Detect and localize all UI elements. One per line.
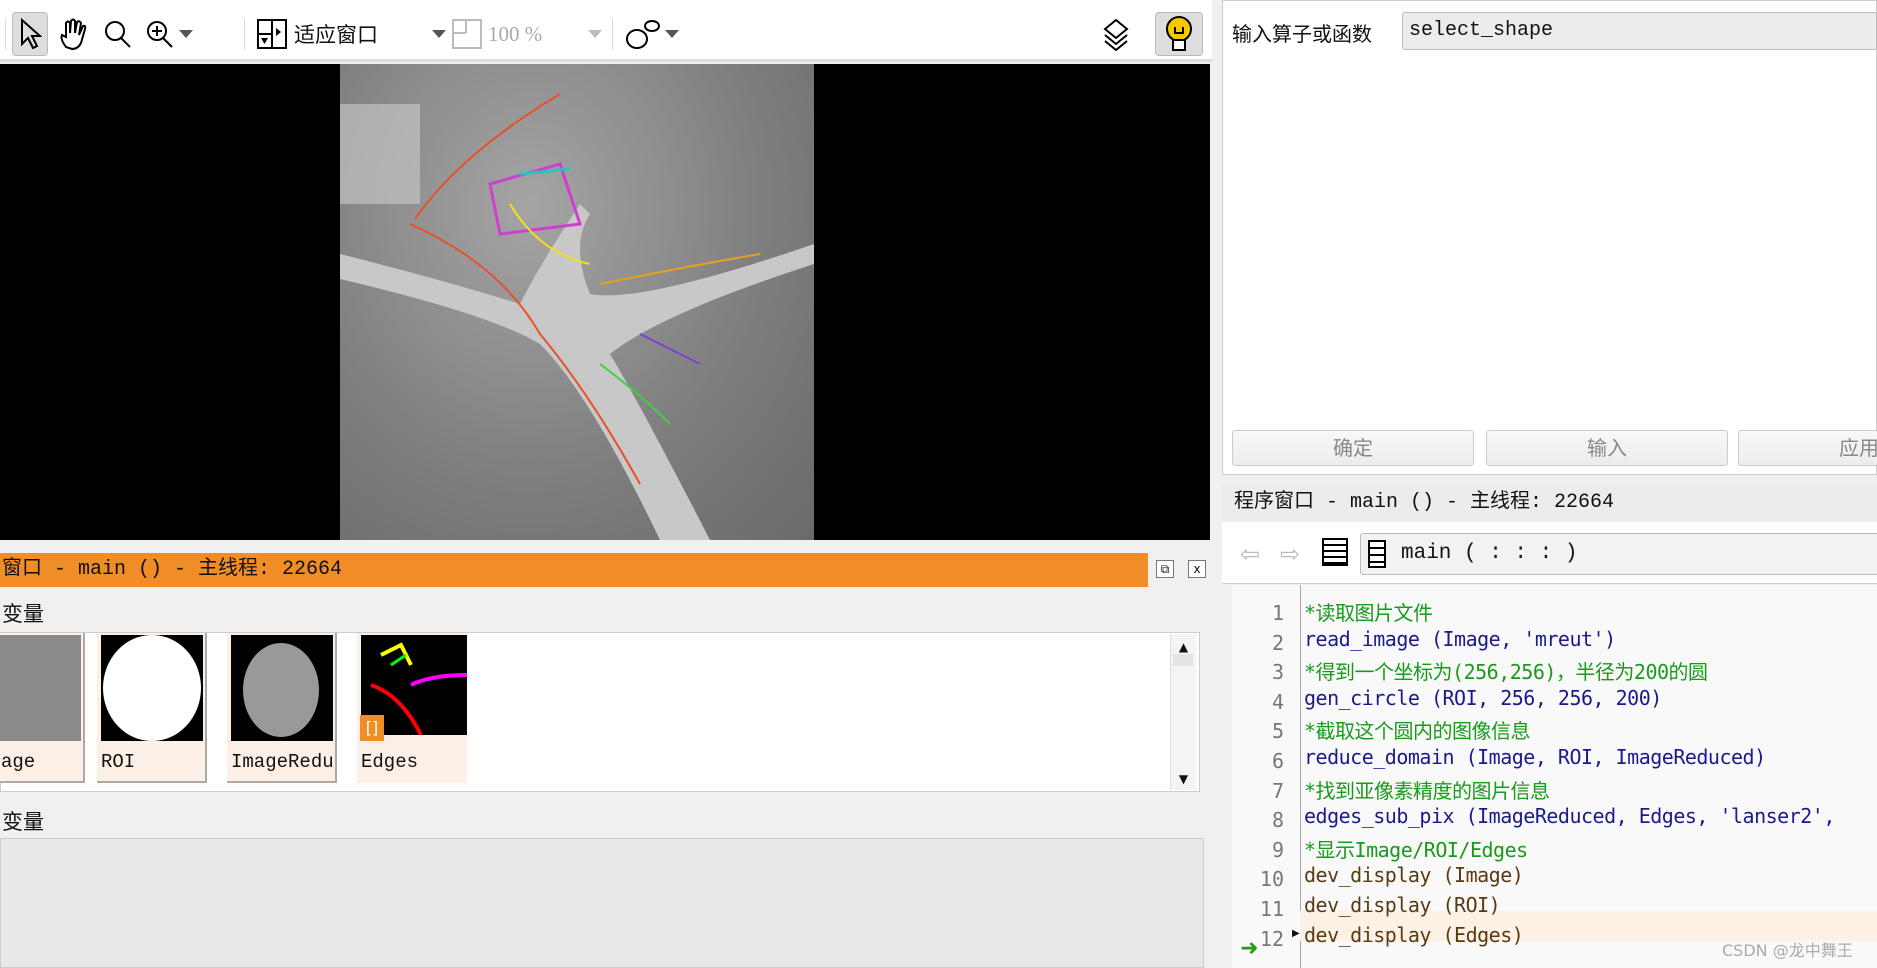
zoom-percent-value: 100 % xyxy=(488,21,543,46)
pointer-tool-button[interactable] xyxy=(12,12,48,56)
variable-thumb-image[interactable]: age xyxy=(0,633,85,783)
graphics-toolbar: 适应窗口 100 % xyxy=(0,0,1212,62)
fit-window-label: 适应窗口 xyxy=(294,23,378,47)
line-number: 8 xyxy=(1271,808,1284,833)
forward-arrow-icon[interactable]: ⇨ xyxy=(1280,540,1300,568)
variable-name: ImageRedu xyxy=(231,751,334,773)
pan-tool-button[interactable] xyxy=(56,12,92,56)
line-number: 4 xyxy=(1271,689,1284,714)
operator-input[interactable]: select_shape xyxy=(1402,12,1877,50)
insert-cursor-icon: ▶ xyxy=(1292,928,1300,939)
fit-window-dropdown[interactable]: 适应窗口 xyxy=(256,12,446,56)
control-variables-list xyxy=(0,838,1204,968)
edges-overlay xyxy=(340,93,814,540)
tuple-badge-icon: [] xyxy=(360,715,384,741)
layers-button[interactable] xyxy=(1096,12,1136,56)
watermark: CSDN @龙中舞王 xyxy=(1722,941,1853,960)
procedure-selector[interactable]: main ( : : : ) xyxy=(1360,533,1877,575)
bulb-button[interactable] xyxy=(1155,12,1203,56)
code-line[interactable]: *找到亚像素精度的图片信息 xyxy=(1304,775,1550,804)
scroll-down-icon[interactable]: ▼ xyxy=(1171,772,1196,786)
zoom-percent-icon xyxy=(452,19,482,49)
chevron-down-icon xyxy=(432,30,446,38)
scroll-up-icon[interactable]: ▲ xyxy=(1171,640,1196,654)
procedure-icon xyxy=(1368,540,1386,568)
draw-shape-dropdown[interactable] xyxy=(622,12,682,56)
apply-button[interactable]: 应用 xyxy=(1738,430,1877,466)
line-number: 5 xyxy=(1271,719,1284,744)
roi-thumbnail xyxy=(101,635,203,741)
close-window-button[interactable]: x xyxy=(1188,560,1206,578)
code-line[interactable]: dev_display (Image) xyxy=(1304,863,1524,887)
code-line[interactable]: *读取图片文件 xyxy=(1304,597,1433,626)
displayed-image[interactable] xyxy=(340,64,814,540)
variable-thumb-edges[interactable]: [] Edges xyxy=(357,633,467,783)
zoom-in-icon xyxy=(147,21,173,48)
code-line[interactable]: dev_display (ROI) xyxy=(1304,893,1501,917)
line-number: 3 xyxy=(1271,660,1284,685)
line-number: 2 xyxy=(1271,630,1284,655)
code-line[interactable]: dev_display (Edges) xyxy=(1304,923,1524,947)
code-line[interactable]: edges_sub_pix (ImageReduced, Edges, 'lan… xyxy=(1304,804,1835,828)
back-arrow-icon[interactable]: ⇦ xyxy=(1240,540,1260,568)
code-line[interactable]: gen_circle (ROI, 256, 256, 200) xyxy=(1304,686,1662,710)
chevron-down-icon xyxy=(665,30,679,38)
separator xyxy=(5,18,6,50)
ok-button[interactable]: 确定 xyxy=(1232,430,1474,466)
code-line[interactable]: *得到一个坐标为(256,256)，半径为200的圆 xyxy=(1304,656,1708,685)
control-variables-label: 变量 xyxy=(2,810,44,834)
operator-window xyxy=(1222,0,1877,475)
line-number: 10 xyxy=(1259,867,1284,892)
iconic-variables-scrollbar[interactable]: ▲ ▼ xyxy=(1170,634,1196,790)
layers-icon xyxy=(1103,18,1129,51)
separator xyxy=(612,18,613,50)
line-number: 9 xyxy=(1271,837,1284,862)
hand-icon xyxy=(60,18,87,51)
chevron-down-icon xyxy=(588,30,602,38)
magnify-tool-button[interactable] xyxy=(100,12,136,56)
separator xyxy=(244,18,245,50)
chevron-down-icon xyxy=(179,30,193,38)
bulb-icon xyxy=(1166,16,1192,51)
image-thumbnail xyxy=(0,635,81,741)
iconic-variables-label: 变量 xyxy=(2,602,44,626)
scroll-thumb[interactable] xyxy=(1173,654,1193,666)
variable-thumb-roi[interactable]: ROI xyxy=(97,633,207,783)
imagereduced-thumbnail xyxy=(231,635,333,741)
variable-thumb-imagereduced[interactable]: ImageRedu xyxy=(227,633,337,783)
code-line[interactable]: reduce_domain (Image, ROI, ImageReduced) xyxy=(1304,745,1766,769)
variable-window-title: 窗口 - main () - 主线程: 22664 xyxy=(0,553,1148,587)
line-number: 6 xyxy=(1271,749,1284,773)
pointer-icon xyxy=(21,18,42,50)
zoom-percent-dropdown[interactable]: 100 % xyxy=(452,12,602,56)
code-line[interactable]: *显示Image/ROI/Edges xyxy=(1304,834,1528,863)
zoom-in-button[interactable] xyxy=(144,12,194,56)
magnifier-icon xyxy=(105,21,131,48)
variable-name: Edges xyxy=(361,751,419,773)
line-number: 11 xyxy=(1259,897,1284,921)
code-line[interactable]: read_image (Image, 'mreut') xyxy=(1304,627,1616,651)
fit-window-icon xyxy=(257,19,287,49)
program-counter-arrow-icon: ➜ xyxy=(1240,936,1259,961)
variable-name: ROI xyxy=(101,751,136,773)
line-number: 1 xyxy=(1271,601,1284,625)
clipboard-icon[interactable] xyxy=(1322,538,1348,566)
float-window-button[interactable]: ⧉ xyxy=(1156,560,1174,578)
iconic-variables-list: age ROI ImageRedu [] Edges xyxy=(0,632,1200,792)
operator-input-label: 输入算子或函数 xyxy=(1232,22,1372,46)
procedure-name: main ( : : : ) xyxy=(1401,542,1578,565)
variable-name: age xyxy=(1,751,36,773)
code-line[interactable]: *截取这个圆内的图像信息 xyxy=(1304,715,1531,744)
enter-button[interactable]: 输入 xyxy=(1486,430,1728,466)
program-window-title: 程序窗口 - main () - 主线程: 22664 xyxy=(1222,484,1877,522)
shape-icon xyxy=(626,20,660,49)
line-number: 7 xyxy=(1271,778,1284,803)
